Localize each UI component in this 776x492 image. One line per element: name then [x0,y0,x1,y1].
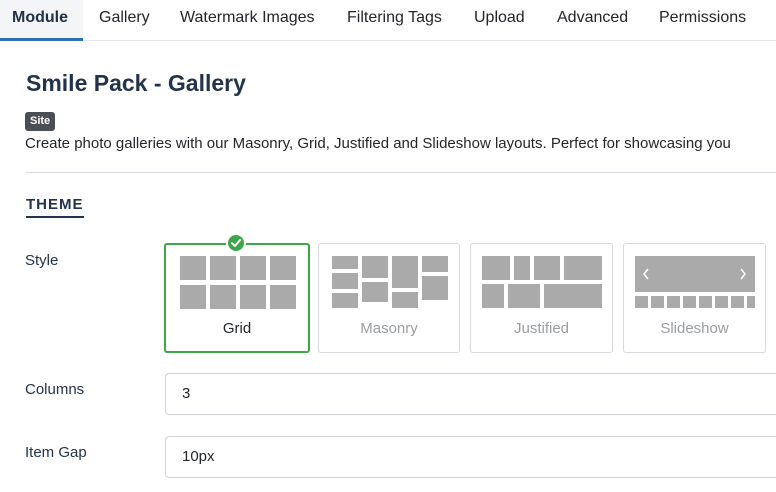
justified-layout-icon [482,256,602,308]
style-option-label: Grid [222,320,252,337]
item-gap-input[interactable]: 10px [165,436,776,478]
page-title: Smile Pack - Gallery [26,70,246,96]
divider [25,172,776,173]
style-option-masonry[interactable]: Masonry [318,243,460,353]
style-option-label: Slideshow [660,320,729,337]
style-option-slideshow[interactable]: Slideshow [623,243,766,353]
tab-filtering-tags[interactable]: Filtering Tags [347,0,442,41]
tab-permissions[interactable]: Permissions [659,0,746,41]
style-option-justified[interactable]: Justified [470,243,613,353]
style-label: Style [25,252,59,269]
tab-advanced[interactable]: Advanced [557,0,628,41]
section-title-theme: THEME [26,196,84,218]
tab-module[interactable]: Module [0,0,83,41]
site-badge: Site [25,112,56,131]
item-gap-label: Item Gap [25,444,87,461]
columns-input[interactable]: 3 [165,373,776,415]
tab-bar: Module Gallery Watermark Images Filterin… [0,0,776,41]
columns-label: Columns [25,381,85,398]
module-description: Create photo galleries with our Masonry,… [25,135,731,152]
masonry-layout-icon [332,256,448,308]
style-option-label: Justified [513,320,570,337]
tab-watermark-images[interactable]: Watermark Images [180,0,315,41]
tab-gallery[interactable]: Gallery [99,0,150,41]
grid-layout-icon [180,256,296,309]
style-option-label: Masonry [360,320,418,337]
slideshow-layout-icon [635,256,755,308]
checkmark-circle-icon [226,233,246,253]
tab-upload[interactable]: Upload [474,0,525,41]
style-option-grid[interactable]: Grid [164,243,310,353]
